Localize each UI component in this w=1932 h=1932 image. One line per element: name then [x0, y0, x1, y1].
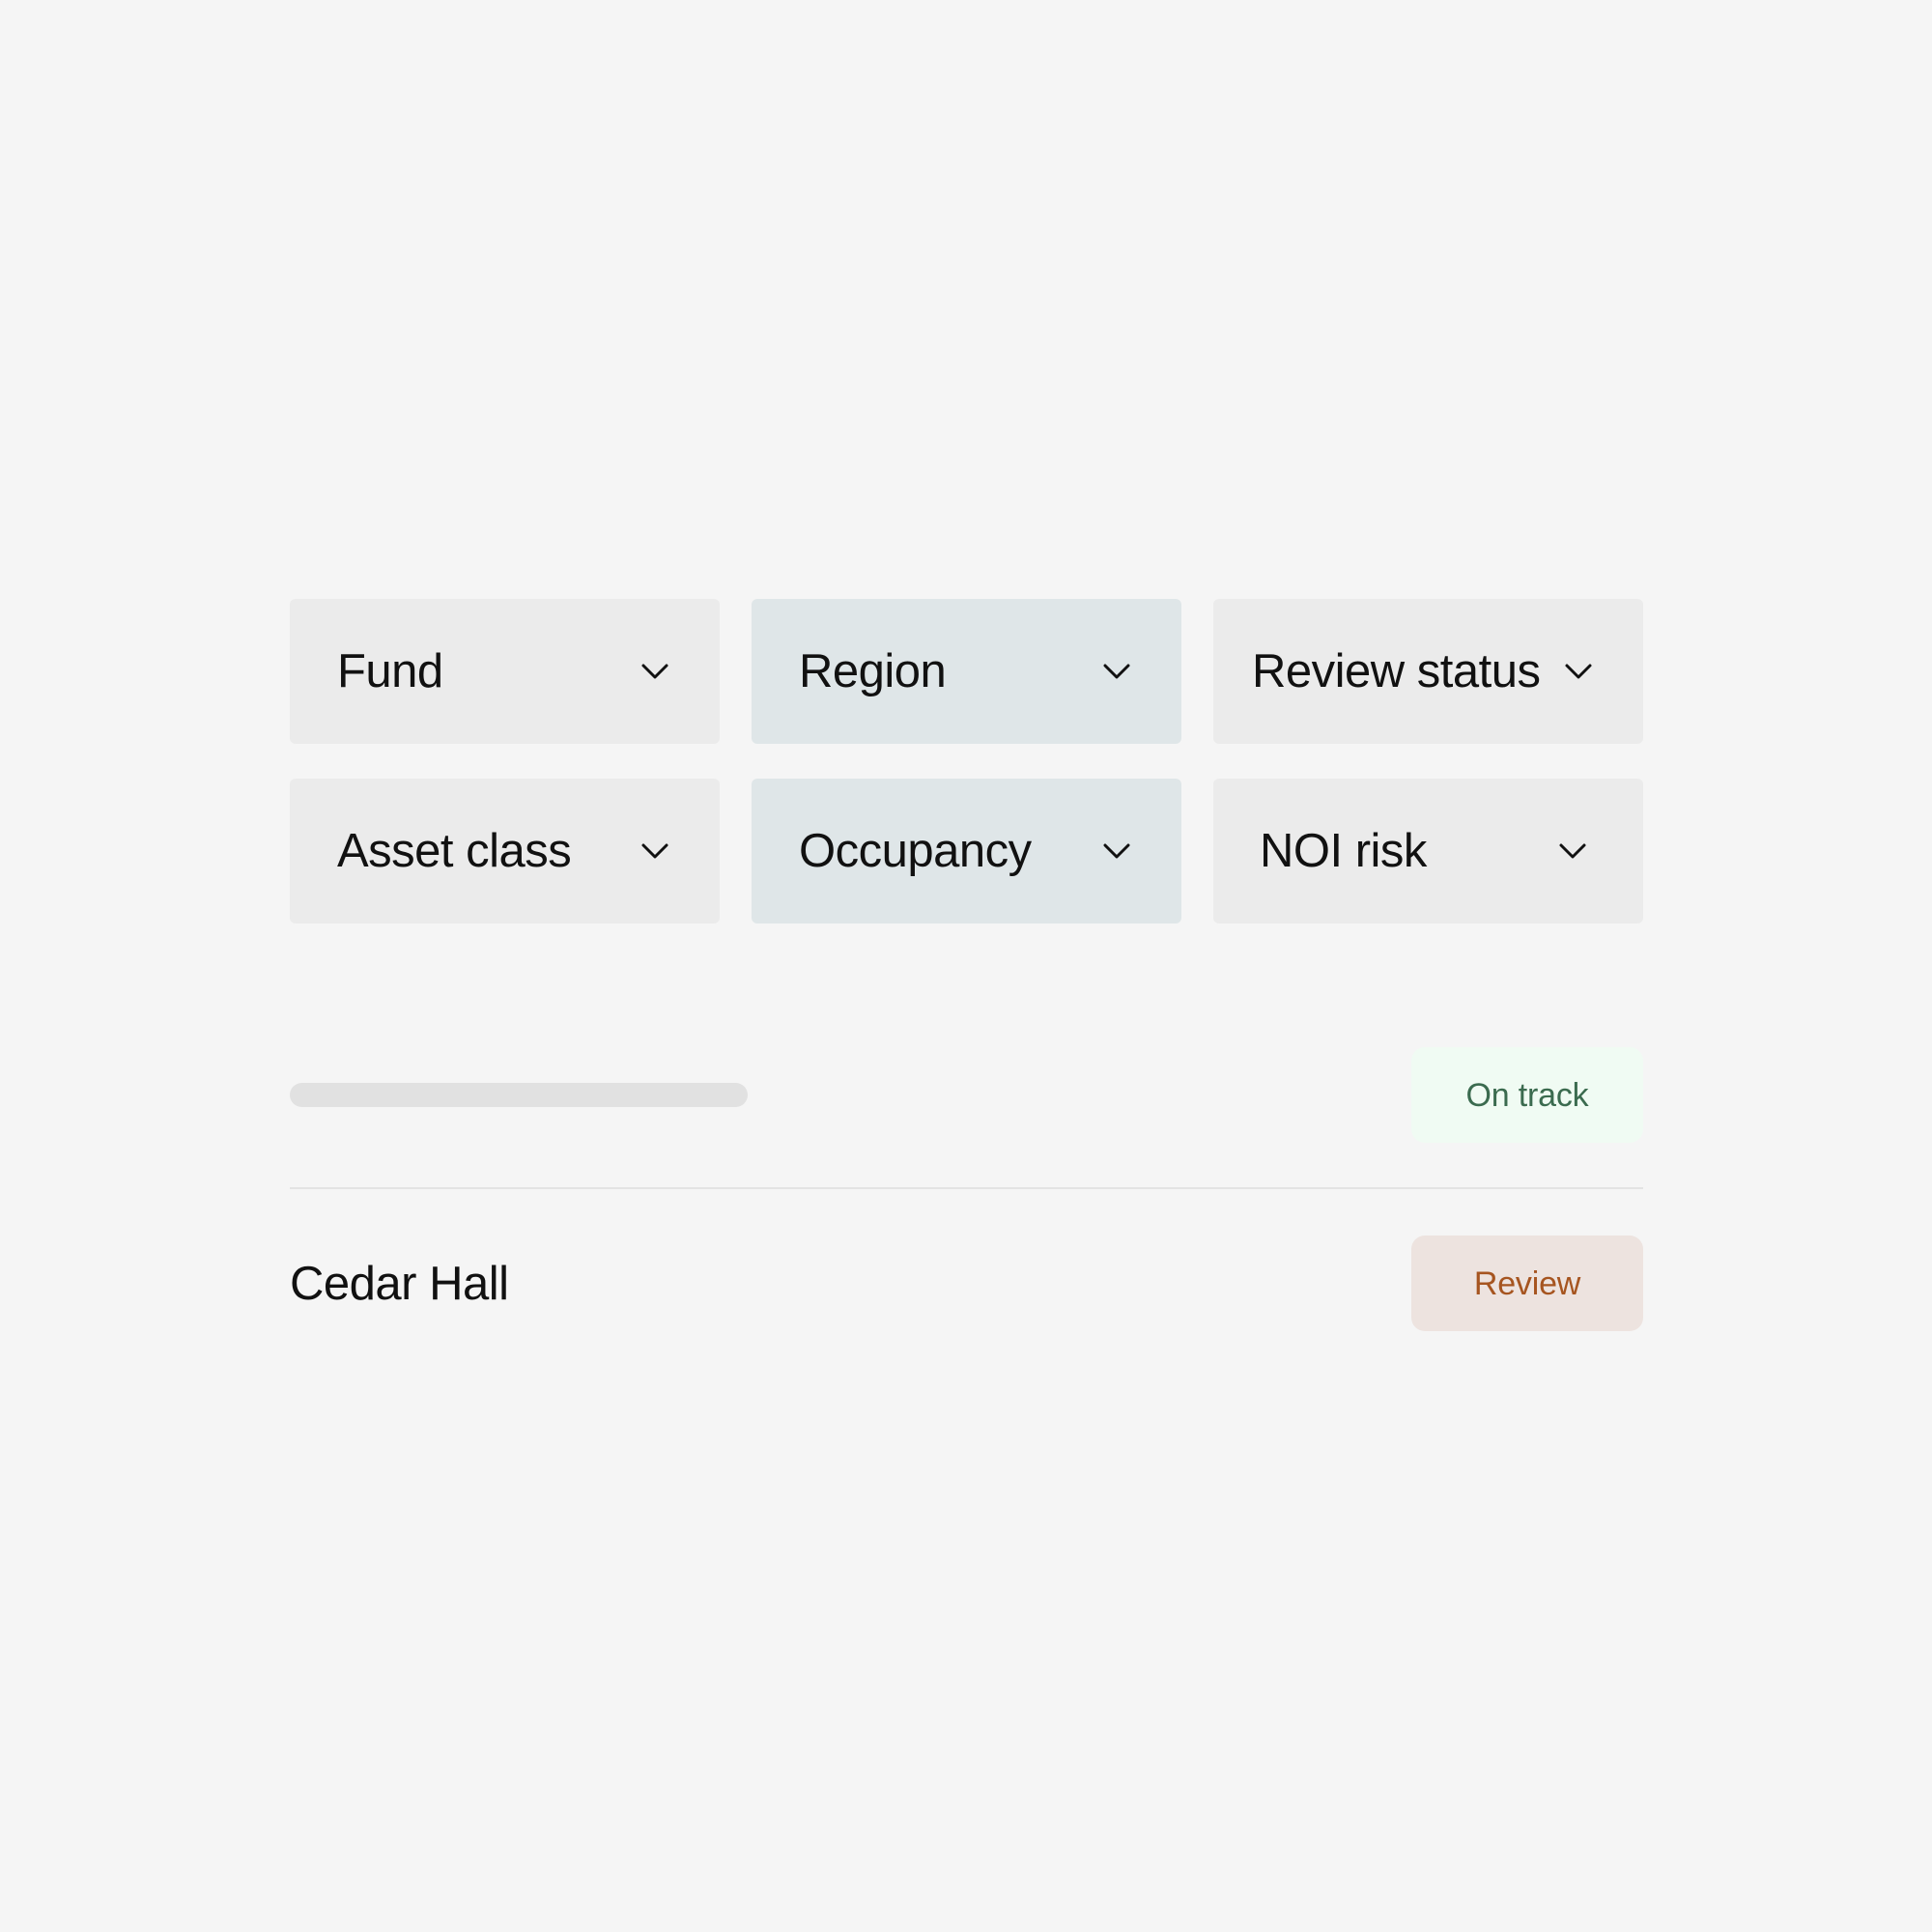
occupancy-filter[interactable]: Occupancy — [752, 779, 1181, 923]
page: Fund Region Review status Asset class Oc — [0, 0, 1932, 1932]
filter-grid: Fund Region Review status Asset class Oc — [290, 599, 1643, 923]
property-name: Cedar Hall — [290, 1258, 509, 1310]
chevron-down-icon — [1103, 664, 1130, 679]
status-badge-label: On track — [1465, 1076, 1589, 1114]
asset-class-filter[interactable]: Asset class — [290, 779, 720, 923]
fund-filter[interactable]: Fund — [290, 599, 720, 744]
chevron-down-icon — [641, 843, 668, 859]
noi-risk-filter-label: NOI risk — [1260, 824, 1427, 877]
fund-filter-label: Fund — [337, 644, 443, 697]
chevron-down-icon — [1103, 843, 1130, 859]
asset-class-filter-label: Asset class — [337, 824, 572, 877]
region-filter[interactable]: Region — [752, 599, 1181, 744]
progress-bar — [290, 1083, 748, 1107]
review-status-filter-label: Review status — [1252, 644, 1541, 697]
review-status-filter[interactable]: Review status — [1213, 599, 1643, 744]
chevron-down-icon — [1559, 843, 1586, 859]
review-button[interactable]: Review — [1411, 1236, 1643, 1331]
section-divider — [290, 1187, 1643, 1189]
noi-risk-filter[interactable]: NOI risk — [1213, 779, 1643, 923]
chevron-down-icon — [1565, 664, 1592, 679]
status-badge: On track — [1411, 1047, 1643, 1143]
region-filter-label: Region — [799, 644, 947, 697]
chevron-down-icon — [641, 664, 668, 679]
occupancy-filter-label: Occupancy — [799, 824, 1032, 877]
